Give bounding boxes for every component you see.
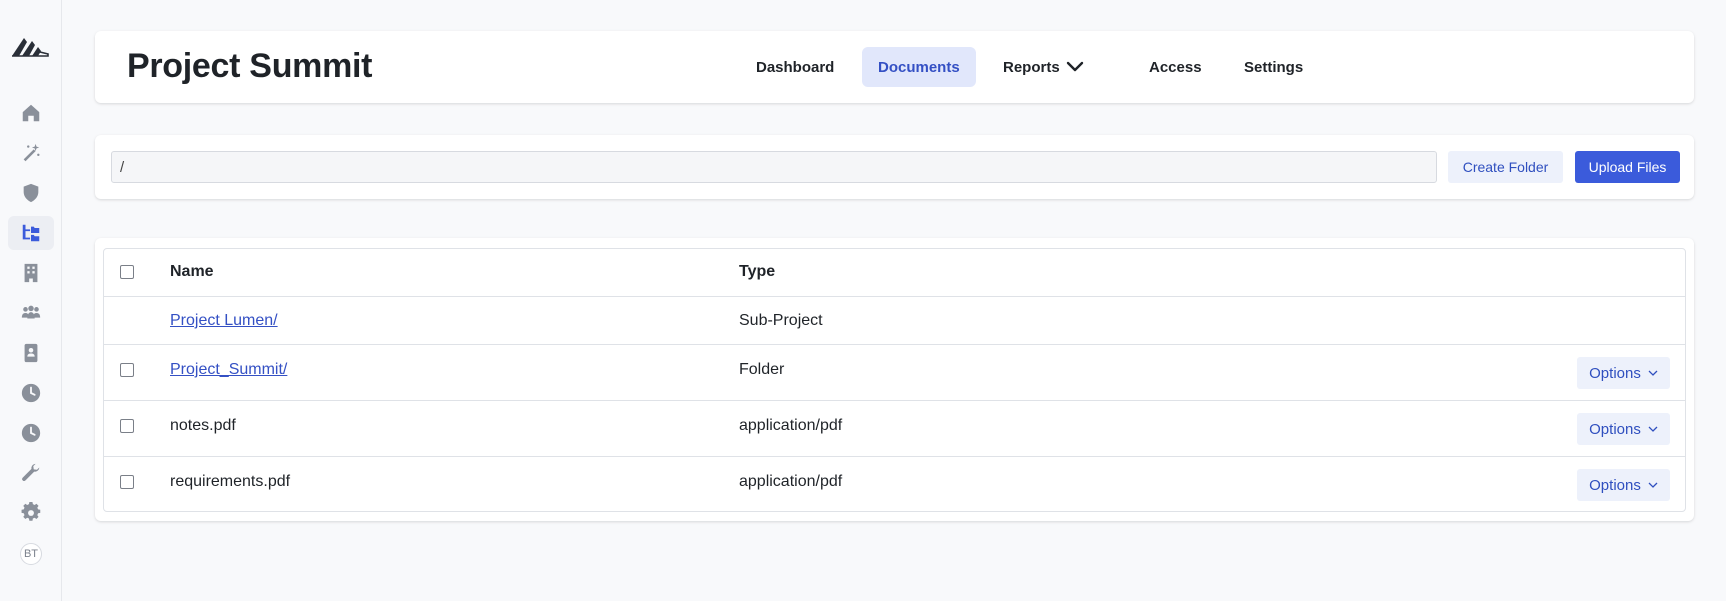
- magic-wand-icon: [23, 143, 40, 162]
- table-row: Project Lumen/ Sub-Project: [104, 297, 1685, 345]
- sidebar-item-settings[interactable]: [8, 496, 54, 530]
- tab-label: Reports: [1003, 58, 1060, 76]
- wrench-icon: [22, 463, 40, 482]
- chevron-down-icon: [1648, 482, 1658, 488]
- row-type: application/pdf: [739, 417, 843, 434]
- sidebar-item-home[interactable]: [8, 96, 54, 130]
- options-button[interactable]: Options: [1577, 413, 1670, 445]
- folder-tree-icon: [22, 224, 40, 242]
- row-checkbox[interactable]: [120, 419, 134, 433]
- home-icon: [22, 104, 40, 122]
- row-name: notes.pdf: [170, 417, 236, 434]
- sidebar-item-teams[interactable]: [8, 296, 54, 330]
- tab-label: Dashboard: [756, 58, 835, 76]
- tab-settings[interactable]: Settings: [1228, 47, 1319, 87]
- contact-book-icon: [24, 343, 38, 363]
- row-type: Sub-Project: [739, 312, 823, 329]
- sidebar-item-schedule[interactable]: [8, 376, 54, 410]
- chevron-down-icon: [1648, 426, 1658, 432]
- row-name: requirements.pdf: [170, 473, 291, 490]
- file-table-card: Name Type Project Lumen/ Sub-Project Pro…: [95, 238, 1694, 521]
- sidebar: BT: [0, 0, 62, 601]
- options-button[interactable]: Options: [1577, 357, 1670, 389]
- tab-access[interactable]: Access: [1133, 47, 1218, 87]
- app-logo[interactable]: [10, 32, 50, 60]
- table-row: requirements.pdf application/pdf Options: [104, 457, 1685, 511]
- header-card: Project Summit Dashboard Documents Repor…: [95, 31, 1694, 103]
- page-title: Project Summit: [127, 47, 373, 85]
- file-table: Name Type Project Lumen/ Sub-Project Pro…: [103, 248, 1686, 512]
- chevron-down-icon: [1066, 61, 1083, 72]
- tab-documents[interactable]: Documents: [862, 47, 976, 87]
- tab-label: Documents: [878, 58, 960, 76]
- building-icon: [24, 263, 38, 283]
- row-checkbox[interactable]: [120, 363, 134, 377]
- tab-label: Access: [1149, 58, 1202, 76]
- options-button[interactable]: Options: [1577, 469, 1670, 501]
- chevron-down-icon: [1648, 370, 1658, 376]
- table-row: Project_Summit/ Folder Options: [104, 345, 1685, 401]
- row-type: Folder: [739, 361, 785, 378]
- toolbar-card: Create Folder Upload Files: [95, 135, 1694, 199]
- clock-icon: [21, 383, 41, 403]
- sidebar-item-history[interactable]: [8, 416, 54, 450]
- table-header-row: Name Type: [104, 249, 1685, 297]
- gear-icon: [21, 502, 41, 521]
- people-group-icon: [21, 305, 41, 319]
- options-label: Options: [1589, 420, 1641, 438]
- sidebar-item-contacts[interactable]: [8, 336, 54, 370]
- row-name-link[interactable]: Project Lumen/: [170, 312, 278, 330]
- shield-icon: [23, 183, 39, 203]
- create-folder-button[interactable]: Create Folder: [1448, 151, 1563, 183]
- options-label: Options: [1589, 364, 1641, 382]
- tab-reports[interactable]: Reports: [987, 47, 1100, 87]
- tab-label: Settings: [1244, 58, 1304, 76]
- history-clock-icon: [21, 423, 41, 443]
- path-input[interactable]: [111, 151, 1437, 183]
- tab-dashboard[interactable]: Dashboard: [740, 47, 850, 87]
- avatar[interactable]: BT: [20, 543, 42, 565]
- sidebar-item-documents[interactable]: [8, 216, 54, 250]
- column-header-name: Name: [170, 263, 214, 280]
- row-checkbox[interactable]: [120, 475, 134, 489]
- sidebar-item-magic[interactable]: [8, 136, 54, 170]
- select-all-checkbox[interactable]: [120, 265, 134, 279]
- row-type: application/pdf: [739, 473, 843, 490]
- table-row: notes.pdf application/pdf Options: [104, 401, 1685, 457]
- sidebar-item-organizations[interactable]: [8, 256, 54, 290]
- sidebar-item-security[interactable]: [8, 176, 54, 210]
- column-header-type: Type: [739, 263, 776, 280]
- row-name-link[interactable]: Project_Summit/: [170, 361, 287, 379]
- sidebar-item-tools[interactable]: [8, 456, 54, 490]
- options-label: Options: [1589, 476, 1641, 494]
- upload-files-button[interactable]: Upload Files: [1575, 151, 1680, 183]
